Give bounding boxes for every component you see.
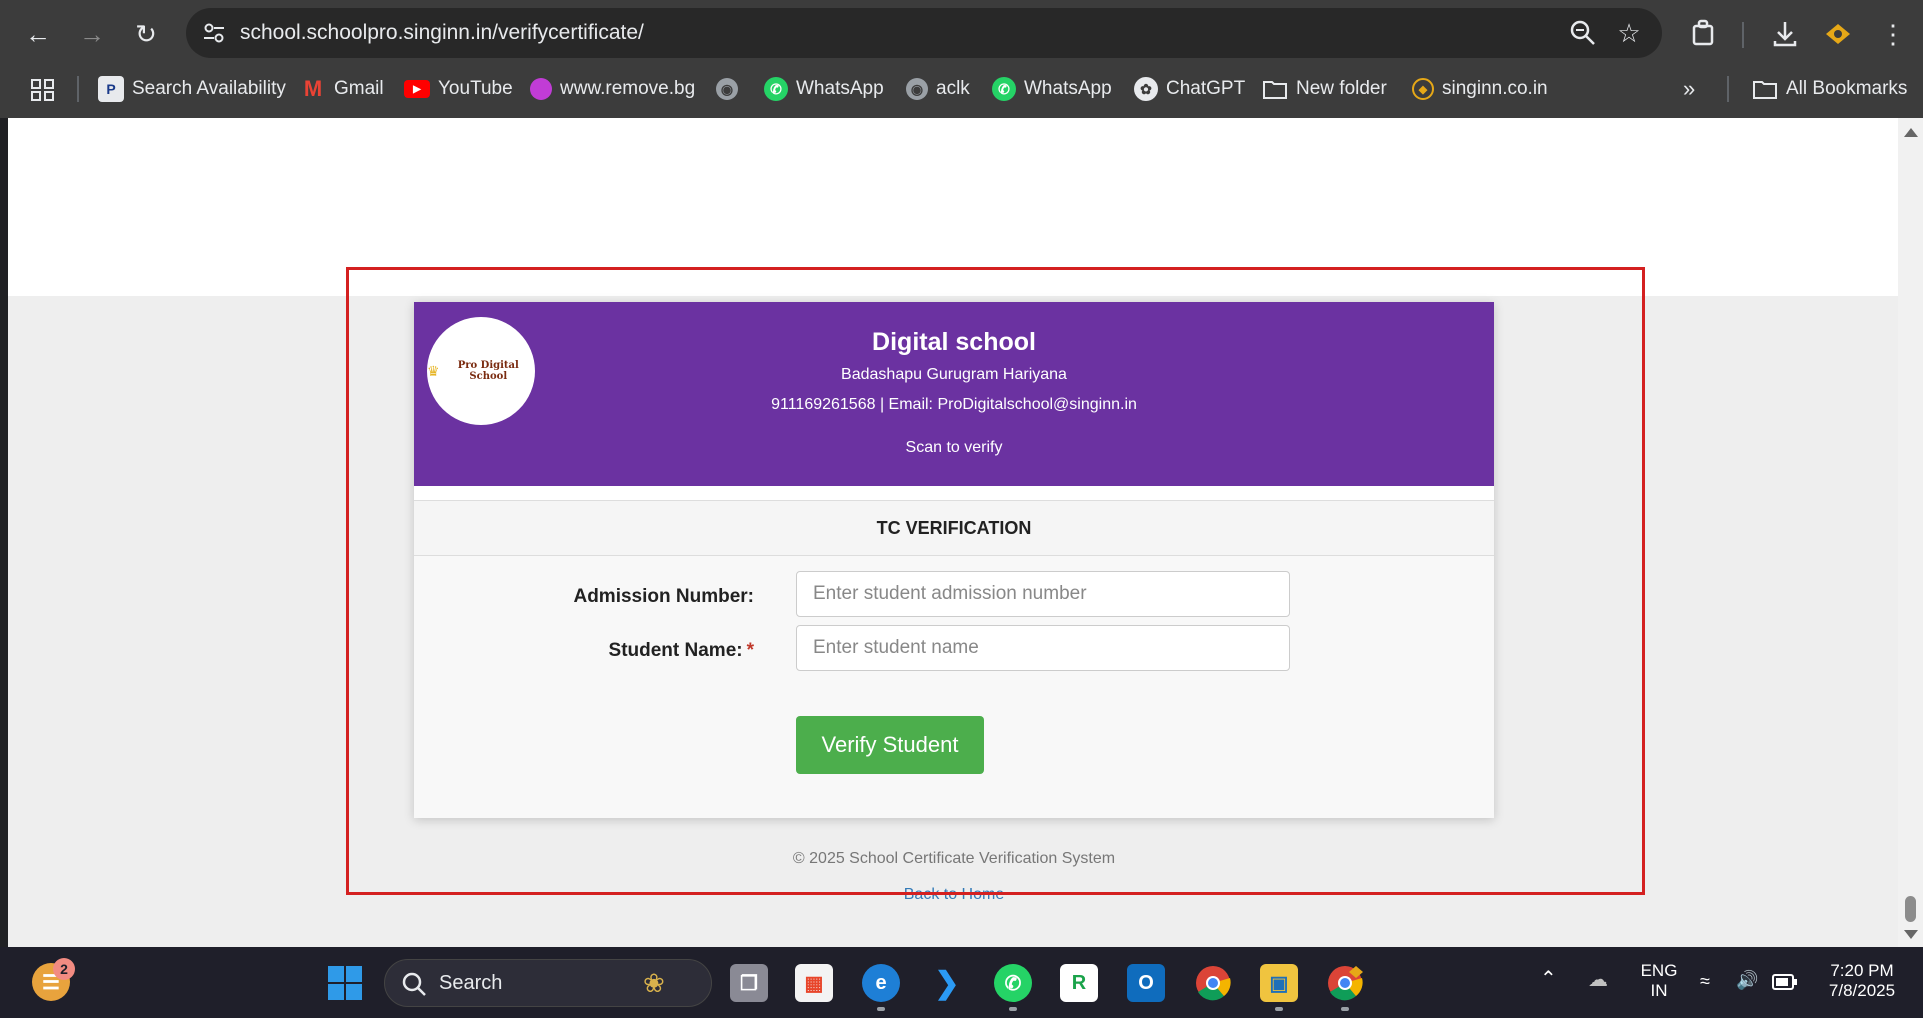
volume-icon[interactable]: 🔊 bbox=[1736, 970, 1758, 990]
toolbar-divider bbox=[1742, 22, 1744, 48]
vscode-icon[interactable]: ❯ bbox=[928, 964, 966, 1002]
tray-chevron-up-icon[interactable]: ⌃ bbox=[1540, 969, 1557, 989]
singinn-icon: ◆ bbox=[1412, 78, 1434, 100]
explorer-running-indicator bbox=[1275, 1007, 1283, 1011]
bookmark-label: www.remove.bg bbox=[560, 78, 696, 99]
microsoft-store-icon[interactable]: ▦ bbox=[795, 964, 833, 1002]
bookmark-label: singinn.co.in bbox=[1442, 78, 1548, 99]
bookmark-gmail[interactable]: M Gmail bbox=[300, 70, 384, 108]
folder-icon bbox=[1753, 81, 1777, 99]
battery-icon[interactable] bbox=[1772, 973, 1798, 991]
chrome-profile-icon[interactable] bbox=[1326, 964, 1364, 1002]
browser-toolbar: ← → ↻ school.schoolpro.singinn.in/verify… bbox=[0, 0, 1923, 118]
address-bar[interactable]: school.schoolpro.singinn.in/verifycertif… bbox=[186, 8, 1662, 58]
chrome-running-indicator bbox=[1341, 1007, 1349, 1011]
language-region: IN bbox=[1650, 981, 1668, 1000]
language-code: ENG bbox=[1640, 961, 1678, 980]
apps-grid-icon[interactable] bbox=[30, 70, 56, 108]
file-explorer-icon[interactable]: ▣ bbox=[1260, 964, 1298, 1002]
whatsapp-running-indicator bbox=[1009, 1007, 1017, 1011]
windows-start-icon[interactable] bbox=[326, 964, 364, 1002]
youtube-icon: ▶ bbox=[404, 80, 430, 98]
bookmark-aclk[interactable]: ◉ aclk bbox=[906, 70, 970, 108]
clock[interactable]: 7:20 PM 7/8/2025 bbox=[1812, 961, 1912, 1001]
bookmark-whatsapp[interactable]: ✆ WhatsApp bbox=[764, 70, 884, 108]
bookmark-label: WhatsApp bbox=[796, 78, 884, 99]
bookmark-star-icon[interactable]: ☆ bbox=[1614, 18, 1644, 48]
chatgpt-icon: ✿ bbox=[1134, 77, 1158, 101]
bookmark-label: YouTube bbox=[438, 78, 513, 99]
url-text[interactable]: school.schoolpro.singinn.in/verifycertif… bbox=[240, 8, 644, 58]
search-highlight-icon: ❀ bbox=[643, 968, 665, 998]
forward-arrow-icon[interactable]: → bbox=[72, 14, 112, 54]
bookmark-singinn[interactable]: ◆ singinn.co.in bbox=[1412, 70, 1548, 108]
bookmark-search-availability[interactable]: P Search Availability bbox=[98, 70, 286, 108]
menu-dots-icon[interactable]: ⋮ bbox=[1873, 14, 1913, 54]
clock-time: 7:20 PM bbox=[1830, 961, 1894, 980]
notification-badge: 2 bbox=[53, 958, 75, 980]
bookmark-new-folder[interactable]: New folder bbox=[1262, 70, 1387, 108]
bookmark-label: New folder bbox=[1296, 78, 1387, 99]
taskbar-search-box[interactable]: Search ❀ bbox=[384, 959, 712, 1007]
download-icon[interactable] bbox=[1765, 14, 1805, 54]
scrollbar-thumb[interactable] bbox=[1905, 896, 1916, 922]
zoom-icon[interactable] bbox=[1568, 18, 1598, 48]
clock-date: 7/8/2025 bbox=[1828, 981, 1896, 1000]
edge-running-indicator bbox=[877, 1007, 885, 1011]
bookmark-label: Search Availability bbox=[132, 78, 286, 99]
outlook-icon[interactable]: O bbox=[1127, 964, 1165, 1002]
scroll-up-arrow-icon[interactable] bbox=[1904, 128, 1918, 137]
all-bookmarks-label: All Bookmarks bbox=[1786, 78, 1908, 99]
bookmark-label: Gmail bbox=[334, 78, 384, 99]
bookmarks-divider bbox=[77, 76, 79, 102]
page-scrollbar[interactable] bbox=[1898, 118, 1923, 947]
bookmark-globe[interactable]: ◉ bbox=[716, 70, 738, 108]
globe-icon: ◉ bbox=[716, 78, 738, 100]
edge-icon[interactable]: e bbox=[862, 964, 900, 1002]
removebg-icon bbox=[530, 78, 552, 100]
globe-icon: ◉ bbox=[906, 78, 928, 100]
whatsapp-icon: ✆ bbox=[764, 77, 788, 101]
bookmark-label: WhatsApp bbox=[1024, 78, 1112, 99]
extensions-icon[interactable] bbox=[1684, 14, 1724, 54]
bookmark-chatgpt[interactable]: ✿ ChatGPT bbox=[1134, 70, 1245, 108]
highlight-box bbox=[346, 267, 1645, 895]
bookmark-youtube[interactable]: ▶ YouTube bbox=[404, 70, 513, 108]
r-app-icon[interactable]: R bbox=[1060, 964, 1098, 1002]
bookmark-label: ChatGPT bbox=[1166, 78, 1246, 99]
bookmarks-bar: P Search Availability M Gmail ▶ YouTube … bbox=[0, 70, 1923, 108]
wifi-icon[interactable]: ≈ bbox=[1700, 971, 1710, 991]
onedrive-cloud-icon[interactable]: ☁ bbox=[1588, 970, 1608, 990]
gmail-icon: M bbox=[303, 76, 323, 101]
bookmark-removebg[interactable]: www.remove.bg bbox=[530, 70, 695, 108]
language-indicator[interactable]: ENG IN bbox=[1634, 961, 1684, 1001]
bookmark-whatsapp-2[interactable]: ✆ WhatsApp bbox=[992, 70, 1112, 108]
search-icon bbox=[402, 972, 426, 996]
profile-extension-icon[interactable] bbox=[1818, 14, 1858, 54]
bookmarks-divider bbox=[1727, 76, 1729, 102]
chrome-icon[interactable] bbox=[1194, 964, 1232, 1002]
all-bookmarks-button[interactable]: All Bookmarks bbox=[1752, 70, 1907, 108]
more-bookmarks-chevron-icon[interactable]: » bbox=[1683, 70, 1695, 108]
whatsapp-icon: ✆ bbox=[992, 77, 1016, 101]
search-availability-icon: P bbox=[98, 76, 124, 102]
site-info-icon[interactable] bbox=[200, 19, 228, 47]
folder-icon bbox=[1263, 81, 1287, 99]
search-label: Search bbox=[439, 972, 503, 994]
windows-taskbar: ☰ 2 Search ❀ ❐ ▦ e ❯ ✆ R O ▣ ⌃ ☁ ENG IN … bbox=[0, 947, 1923, 1018]
scroll-down-arrow-icon[interactable] bbox=[1904, 930, 1918, 939]
back-arrow-icon[interactable]: ← bbox=[18, 14, 58, 54]
task-view-icon[interactable]: ❐ bbox=[730, 964, 768, 1002]
bookmark-label: aclk bbox=[936, 78, 970, 99]
whatsapp-icon[interactable]: ✆ bbox=[994, 964, 1032, 1002]
reload-icon[interactable]: ↻ bbox=[126, 14, 166, 54]
